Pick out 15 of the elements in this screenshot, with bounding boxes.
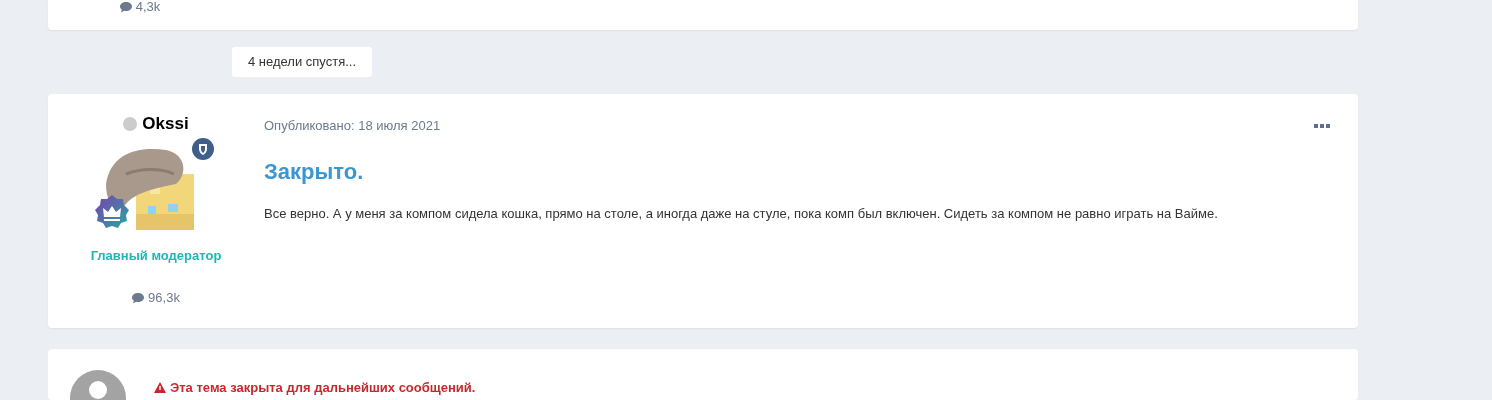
shield-icon [192,138,214,160]
post-date: Опубликовано: 18 июля 2021 [264,118,441,133]
warning-icon [154,382,166,393]
post-count: 4,3k [119,0,161,14]
post-count: 96,3k [132,291,180,305]
user-role: Главный модератор [90,248,222,263]
comment-icon [119,1,132,13]
post-text: Все верно. А у меня за компом сидела кошка, прямо на столе, а иногда даже на стуле, пока комп был включен. Сидеть за компом не равно играть на Вайме. [264,205,1219,223]
closed-topic-notice: Эта тема закрыта для дальнейших сообщений. [170,380,476,395]
more-options-icon[interactable] [1314,123,1330,128]
crown-badge-icon [94,194,130,230]
time-gap-label: 4 недели спустя... [232,47,373,77]
author-name[interactable]: Okssi [123,114,189,134]
post-title: Закрыто. [264,159,365,185]
comment-icon [132,292,145,304]
